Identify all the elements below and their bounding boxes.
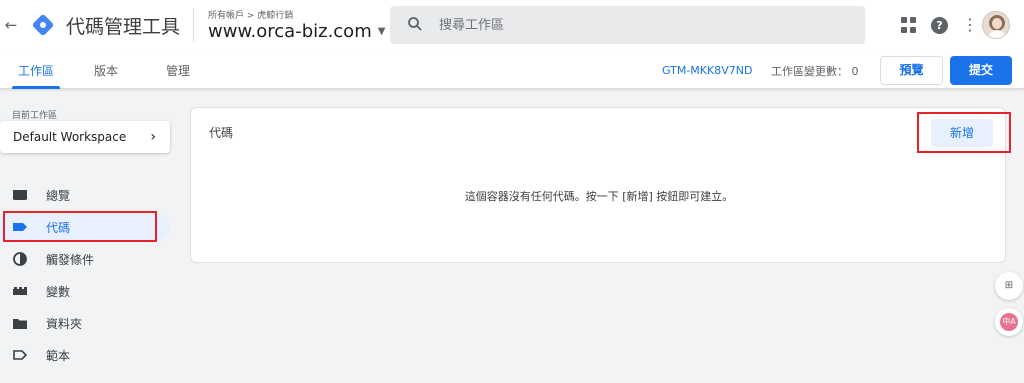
- chevron-right-icon: ›: [150, 129, 156, 145]
- app-title: 代碼管理工具: [66, 15, 181, 38]
- sidebar-item-folders[interactable]: 資料夾: [0, 309, 170, 337]
- gtm-logo-icon: [31, 13, 55, 37]
- top-app-bar: ← 代碼管理工具 所有帳戶 > 虎鯨行銷 www.orca-biz.com ▼ …: [0, 0, 1024, 50]
- preview-button[interactable]: 預覽: [880, 56, 943, 85]
- sidebar-item-label: 資料夾: [46, 316, 83, 331]
- sidebar-item-label: 觸發條件: [46, 252, 95, 267]
- empty-state-message: 這個容器沒有任何代碼。按一下 [新增] 按鈕即可建立。: [464, 190, 734, 203]
- card-title: 代碼: [209, 126, 234, 140]
- sidebar-item-overview[interactable]: 總覽: [0, 181, 170, 209]
- highlight-box-new: [917, 112, 1011, 153]
- caret-down-icon: ▼: [377, 25, 386, 37]
- more-vert-icon[interactable]: ⋮: [962, 17, 978, 33]
- apps-grid-icon[interactable]: [901, 17, 917, 33]
- sidebar-item-label: 變數: [46, 284, 71, 299]
- breadcrumb: 所有帳戶 > 虎鯨行銷: [208, 10, 294, 21]
- workspace-name: Default Workspace: [13, 130, 127, 144]
- sidebar-item-triggers[interactable]: 觸發條件: [0, 245, 170, 273]
- sidebar-item-label: 範本: [46, 348, 71, 363]
- translate-label: 中A: [1000, 313, 1018, 331]
- container-name-label: www.orca-biz.com: [208, 20, 372, 42]
- submit-button[interactable]: 提交: [950, 56, 1012, 85]
- tab-bar: 工作區 版本 管理 GTM-MKK8V7ND 工作區變更數： 0 預覽 提交: [0, 50, 1024, 89]
- tags-card: 代碼 新增 這個容器沒有任何代碼。按一下 [新增] 按鈕即可建立。: [190, 107, 1006, 263]
- top-actions: ? ⋮: [901, 11, 1010, 39]
- search-bar[interactable]: [390, 6, 865, 44]
- trigger-icon: [12, 251, 28, 267]
- sidebar-item-label: 總覽: [46, 188, 71, 203]
- divider: [193, 8, 195, 42]
- add-widget-icon[interactable]: ⊞: [995, 272, 1023, 300]
- template-icon: [12, 347, 28, 363]
- help-icon[interactable]: ?: [931, 16, 948, 34]
- search-icon: [407, 16, 427, 35]
- avatar[interactable]: [982, 11, 1010, 39]
- tab-workspace[interactable]: 工作區: [18, 62, 54, 79]
- search-input[interactable]: [439, 17, 839, 33]
- container-selector[interactable]: 所有帳戶 > 虎鯨行銷 www.orca-biz.com ▼: [208, 8, 385, 43]
- tab-admin[interactable]: 管理: [166, 62, 190, 79]
- translate-icon[interactable]: 中A: [995, 308, 1023, 336]
- variables-icon: [12, 283, 28, 299]
- highlight-box-tags: [3, 211, 157, 242]
- workspace-changes: 工作區變更數： 0: [771, 65, 859, 78]
- overview-icon: [12, 187, 28, 203]
- sidebar-item-templates[interactable]: 範本: [0, 341, 170, 369]
- container-id[interactable]: GTM-MKK8V7ND: [662, 64, 752, 77]
- arrow-back-icon[interactable]: ←: [0, 16, 22, 34]
- current-workspace-label: 目前工作區: [12, 111, 58, 121]
- sidebar-item-variables[interactable]: 變數: [0, 277, 170, 305]
- folder-icon: [12, 315, 28, 331]
- tab-versions[interactable]: 版本: [94, 62, 118, 79]
- workspace-selector[interactable]: Default Workspace ›: [0, 121, 170, 153]
- active-tab-indicator: [12, 86, 60, 89]
- container-name[interactable]: www.orca-biz.com ▼: [208, 21, 385, 43]
